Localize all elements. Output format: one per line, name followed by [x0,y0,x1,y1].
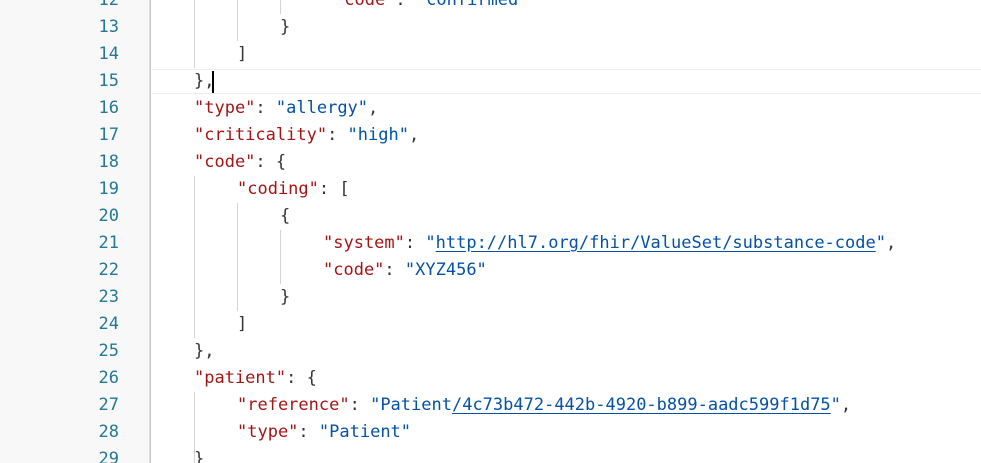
json-string: "Patient" [318,422,412,442]
json-key: "reference" [237,395,350,415]
json-punctuation: : [404,233,426,253]
line-number: 14 [98,44,119,64]
indent-guide [280,0,281,14]
json-punctuation: : [349,395,371,415]
indent-guide [194,0,195,68]
line-number: 22 [98,260,119,280]
indent-guide [194,176,195,338]
json-key: "coding" [237,179,319,199]
code-line-24[interactable]: ] [237,311,247,338]
json-key: "code" [334,0,396,10]
line-number: 18 [98,152,119,172]
current-line-highlight [152,69,981,94]
line-number: 15 [98,71,119,91]
json-string-quote: " [830,395,841,415]
json-key: "type" [237,422,299,442]
code-line-29[interactable]: } [194,446,204,463]
line-number: 24 [98,314,119,334]
line-number: 13 [98,17,119,37]
line-number: 20 [98,206,119,226]
code-line-25[interactable]: }, [194,338,214,365]
json-punctuation: } [194,449,205,463]
line-number: 17 [98,125,119,145]
json-punctuation: , [840,395,852,415]
line-number: 21 [98,233,119,253]
line-number: 25 [98,341,119,361]
line-number: 23 [98,287,119,307]
json-punctuation: } [280,17,291,37]
json-punctuation: , [368,98,379,118]
json-punctuation: , [885,233,897,253]
code-line-17[interactable]: "criticality": "high", [194,122,419,149]
code-line-13[interactable]: } [280,14,290,41]
json-punctuation: ] [237,314,248,334]
json-string: "confirmed" [415,0,529,10]
indent-guide [237,203,238,311]
json-punctuation: : [298,422,319,442]
json-punctuation: ] [237,44,248,64]
json-punctuation: }, [194,341,215,361]
line-number: 29 [98,449,119,463]
json-punctuation: : { [255,152,287,172]
json-key: "criticality" [194,125,328,145]
line-number-gutter: 12 13 14 15 16 17 18 19 20 21 22 23 24 2… [0,0,150,463]
indent-guide [237,0,238,41]
code-line-26[interactable]: "patient": { [194,365,317,392]
json-key: "code" [323,260,385,280]
json-punctuation: } [280,287,291,307]
code-line-28[interactable]: "type": "Patient" [237,419,411,446]
gutter-divider [150,0,151,463]
json-string: "Patient [370,395,452,415]
json-string: "high" [347,125,409,145]
code-line-21[interactable]: "system": "http://hl7.org/fhir/ValueSet/… [323,230,896,257]
url-link[interactable]: http://hl7.org/fhir/ValueSet/substance-c… [436,233,876,253]
json-punctuation: : { [286,368,317,388]
json-punctuation: : [384,260,405,280]
json-key: "code" [194,152,256,172]
url-link[interactable]: /4c73b472-442b-4920-b899-aadc599f1d75 [452,395,831,415]
line-number: 27 [98,395,119,415]
json-string-quote: " [425,233,436,253]
json-key: "patient" [194,368,287,388]
json-key: "type" [194,98,256,118]
code-line-18[interactable]: "code": { [194,149,286,176]
code-line-12[interactable]: "code": "confirmed" [334,0,529,14]
code-line-27[interactable]: "reference": "Patient/4c73b472-442b-4920… [237,392,851,419]
code-line-23[interactable]: } [280,284,290,311]
json-string: "allergy" [275,98,369,118]
json-punctuation: : [395,0,416,10]
line-number: 26 [98,368,119,388]
code-line-16[interactable]: "type": "allergy", [194,95,378,122]
indent-guide [280,230,281,284]
line-number: 16 [98,98,119,118]
json-punctuation: : [ [318,179,350,199]
code-line-22[interactable]: "code": "XYZ456" [323,257,487,284]
line-number: 19 [98,179,119,199]
code-line-14[interactable]: ] [237,41,247,68]
json-string-quote: " [875,233,886,253]
code-line-20[interactable]: { [280,203,290,230]
text-cursor [212,71,214,93]
json-punctuation: , [408,125,420,145]
code-editor[interactable]: 12 13 14 15 16 17 18 19 20 21 22 23 24 2… [0,0,981,463]
code-line-19[interactable]: "coding": [ [237,176,350,203]
line-number: 12 [98,0,119,10]
json-punctuation: { [280,206,291,226]
line-number: 28 [98,422,119,442]
json-punctuation: : [255,98,276,118]
json-string: "XYZ456" [404,260,487,280]
json-key: "system" [323,233,405,253]
json-punctuation: : [327,125,348,145]
